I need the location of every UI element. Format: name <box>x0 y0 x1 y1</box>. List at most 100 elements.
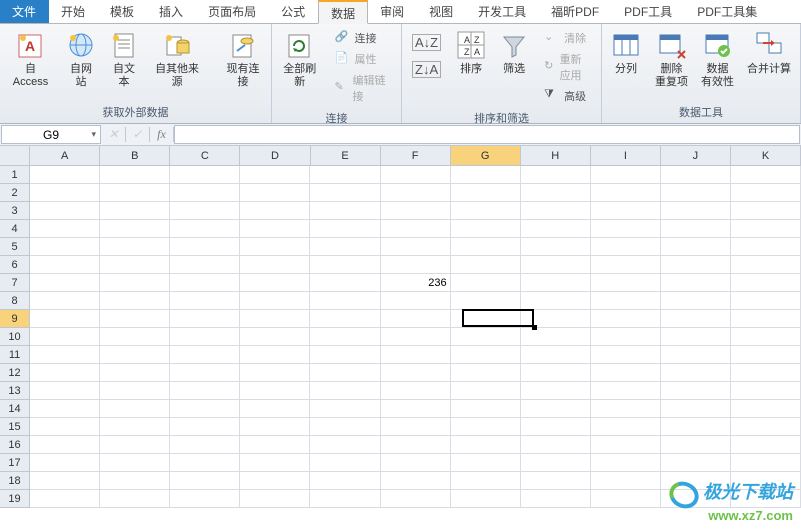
cell[interactable] <box>591 238 661 256</box>
cell[interactable] <box>661 310 731 328</box>
cell[interactable] <box>451 310 521 328</box>
cell[interactable] <box>30 292 100 310</box>
cell[interactable] <box>451 184 521 202</box>
cell[interactable] <box>521 346 591 364</box>
cell[interactable] <box>170 256 240 274</box>
cell[interactable] <box>310 472 380 490</box>
column-header[interactable]: E <box>311 146 381 166</box>
cell[interactable] <box>30 346 100 364</box>
cell[interactable] <box>731 256 801 274</box>
cell[interactable] <box>451 490 521 508</box>
cell[interactable] <box>591 220 661 238</box>
cell[interactable] <box>240 184 310 202</box>
cell[interactable] <box>451 454 521 472</box>
cell[interactable] <box>661 238 731 256</box>
row-header[interactable]: 3 <box>0 202 30 220</box>
tab-insert[interactable]: 插入 <box>147 0 196 23</box>
cell[interactable] <box>170 310 240 328</box>
tab-home[interactable]: 开始 <box>49 0 98 23</box>
cell[interactable] <box>170 400 240 418</box>
from-text-button[interactable]: 自文本 <box>104 26 144 92</box>
column-header[interactable]: G <box>451 146 521 166</box>
cell[interactable] <box>381 436 451 454</box>
consolidate-button[interactable]: 合并计算 <box>742 26 796 79</box>
select-all-corner[interactable] <box>0 146 30 166</box>
cell[interactable] <box>661 364 731 382</box>
tab-review[interactable]: 审阅 <box>368 0 417 23</box>
cell[interactable] <box>100 310 170 328</box>
cell[interactable] <box>451 328 521 346</box>
cell[interactable] <box>100 436 170 454</box>
cell[interactable] <box>240 418 310 436</box>
cell[interactable] <box>240 238 310 256</box>
cell[interactable] <box>240 274 310 292</box>
cell[interactable] <box>591 202 661 220</box>
cell[interactable] <box>240 310 310 328</box>
cell[interactable] <box>521 220 591 238</box>
cell[interactable] <box>100 346 170 364</box>
cell[interactable] <box>731 418 801 436</box>
row-header[interactable]: 11 <box>0 346 30 364</box>
cell[interactable] <box>661 436 731 454</box>
cell[interactable] <box>100 238 170 256</box>
remove-duplicates-button[interactable]: 删除 重复项 <box>650 26 693 92</box>
tab-pdf-tools[interactable]: PDF工具 <box>612 0 685 23</box>
cell[interactable] <box>451 418 521 436</box>
cell[interactable] <box>100 418 170 436</box>
cell[interactable] <box>170 490 240 508</box>
name-box[interactable]: G9 <box>1 125 101 144</box>
cell[interactable] <box>30 436 100 454</box>
cell[interactable] <box>451 436 521 454</box>
row-header[interactable]: 12 <box>0 364 30 382</box>
cell[interactable] <box>521 454 591 472</box>
cell[interactable] <box>661 166 731 184</box>
clear-filter-button[interactable]: ⌄清除 <box>539 28 596 48</box>
cell[interactable] <box>30 472 100 490</box>
cell[interactable] <box>731 436 801 454</box>
row-header[interactable]: 6 <box>0 256 30 274</box>
cell[interactable] <box>381 184 451 202</box>
cell[interactable] <box>591 166 661 184</box>
data-validation-button[interactable]: 数据 有效性 <box>696 26 739 92</box>
cell[interactable] <box>310 400 380 418</box>
cell[interactable] <box>591 274 661 292</box>
cell[interactable] <box>591 436 661 454</box>
row-header[interactable]: 18 <box>0 472 30 490</box>
cell[interactable] <box>661 328 731 346</box>
sort-asc-button[interactable]: A↓Z <box>407 32 446 53</box>
cell[interactable] <box>381 202 451 220</box>
reapply-button[interactable]: ↻重新应用 <box>539 49 596 85</box>
cell[interactable] <box>310 292 380 310</box>
row-header[interactable]: 1 <box>0 166 30 184</box>
cell[interactable] <box>30 220 100 238</box>
cell[interactable] <box>591 328 661 346</box>
cell[interactable] <box>100 292 170 310</box>
cell[interactable] <box>310 364 380 382</box>
cell[interactable] <box>381 400 451 418</box>
cell[interactable] <box>170 220 240 238</box>
cell[interactable] <box>170 472 240 490</box>
cell[interactable] <box>170 418 240 436</box>
cell[interactable] <box>381 472 451 490</box>
cell[interactable] <box>661 256 731 274</box>
cell[interactable] <box>240 328 310 346</box>
row-header[interactable]: 15 <box>0 418 30 436</box>
row-header[interactable]: 4 <box>0 220 30 238</box>
cell[interactable] <box>661 184 731 202</box>
column-header[interactable]: I <box>591 146 661 166</box>
cell[interactable] <box>240 256 310 274</box>
cell[interactable] <box>591 454 661 472</box>
cell[interactable] <box>591 346 661 364</box>
cell[interactable] <box>310 238 380 256</box>
cell[interactable] <box>661 220 731 238</box>
fill-handle[interactable] <box>532 325 537 330</box>
cell[interactable] <box>451 472 521 490</box>
cell[interactable] <box>100 256 170 274</box>
cell[interactable] <box>591 490 661 508</box>
cell[interactable] <box>30 400 100 418</box>
cell[interactable] <box>731 238 801 256</box>
cell[interactable] <box>591 364 661 382</box>
cell[interactable] <box>240 490 310 508</box>
cell[interactable] <box>591 310 661 328</box>
column-header[interactable]: F <box>381 146 451 166</box>
